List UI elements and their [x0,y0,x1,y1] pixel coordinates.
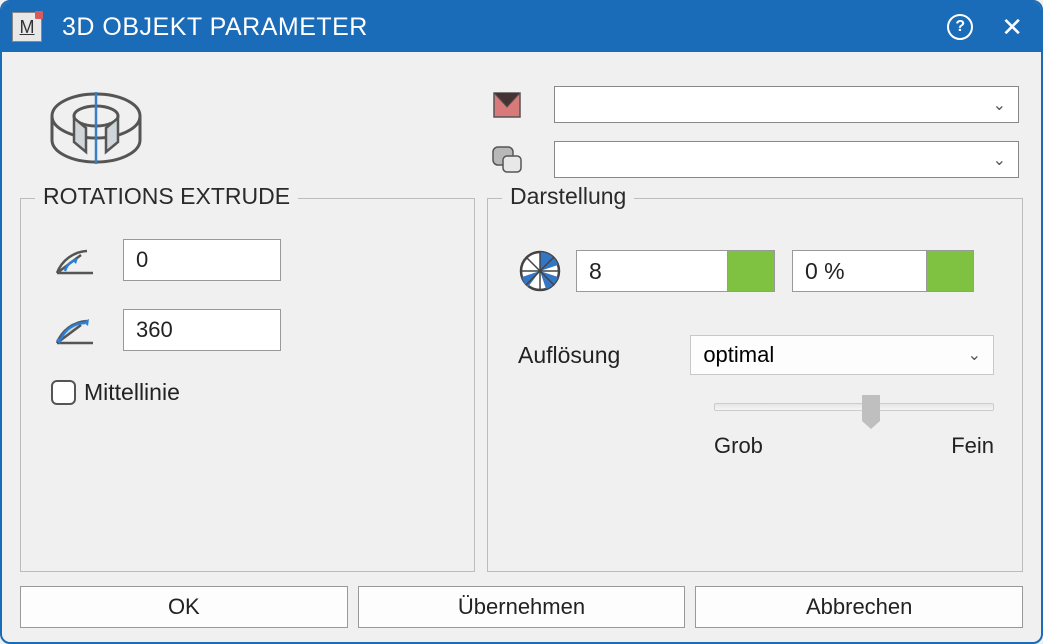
resolution-label: Auflösung [518,342,620,369]
slider-thumb[interactable] [862,395,880,421]
slider-min-label: Grob [714,433,763,459]
window-title: 3D OBJEKT PARAMETER [62,13,947,42]
resolution-select[interactable]: optimal ⌄ [690,335,994,375]
layer-dropdown[interactable]: ⌄ [554,141,1019,178]
chevron-down-icon: ⌄ [968,345,981,365]
dialog-window: M 3D OBJEKT PARAMETER ? ✕ [0,0,1043,644]
centerline-checkbox[interactable] [51,380,76,405]
start-angle-icon [51,241,97,279]
chevron-down-icon: ⌄ [993,150,1006,170]
resolution-slider[interactable] [714,403,994,411]
darstellung-group: Darstellung [487,198,1023,572]
titlebar: M 3D OBJEKT PARAMETER ? ✕ [2,2,1041,52]
top-controls: ⌄ ⌄ [208,82,1019,178]
percent-confirm-button[interactable] [927,250,974,292]
cancel-button[interactable]: Abbrechen [695,586,1023,628]
percent-input[interactable] [792,250,927,292]
slider-max-label: Fein [951,433,994,459]
close-icon[interactable]: ✕ [1001,12,1023,43]
layer-icon [484,144,530,176]
material-dropdown[interactable]: ⌄ [554,86,1019,123]
app-icon: M [12,12,42,42]
start-angle-input[interactable] [123,239,281,281]
resolution-value: optimal [703,342,774,368]
object-preview-icon [48,82,168,178]
rotations-extrude-group: ROTATIONS EXTRUDE [20,198,475,572]
material-icon [484,91,530,119]
segments-input[interactable] [576,250,728,292]
group-title-darstellung: Darstellung [502,183,634,210]
top-row: ⌄ ⌄ [20,72,1023,198]
middle-row: ROTATIONS EXTRUDE [20,198,1023,572]
apply-button[interactable]: Übernehmen [358,586,686,628]
segments-icon [518,249,562,293]
end-angle-input[interactable] [123,309,281,351]
ok-button[interactable]: OK [20,586,348,628]
end-angle-icon [51,311,97,349]
action-buttons: OK Übernehmen Abbrechen [20,586,1023,628]
chevron-down-icon: ⌄ [993,95,1006,115]
group-title-rotations: ROTATIONS EXTRUDE [35,183,298,210]
content-area: ⌄ ⌄ ROTATIONS EX [2,52,1041,642]
segments-confirm-button[interactable] [728,250,775,292]
centerline-label: Mittellinie [84,379,180,406]
help-icon[interactable]: ? [947,14,973,40]
